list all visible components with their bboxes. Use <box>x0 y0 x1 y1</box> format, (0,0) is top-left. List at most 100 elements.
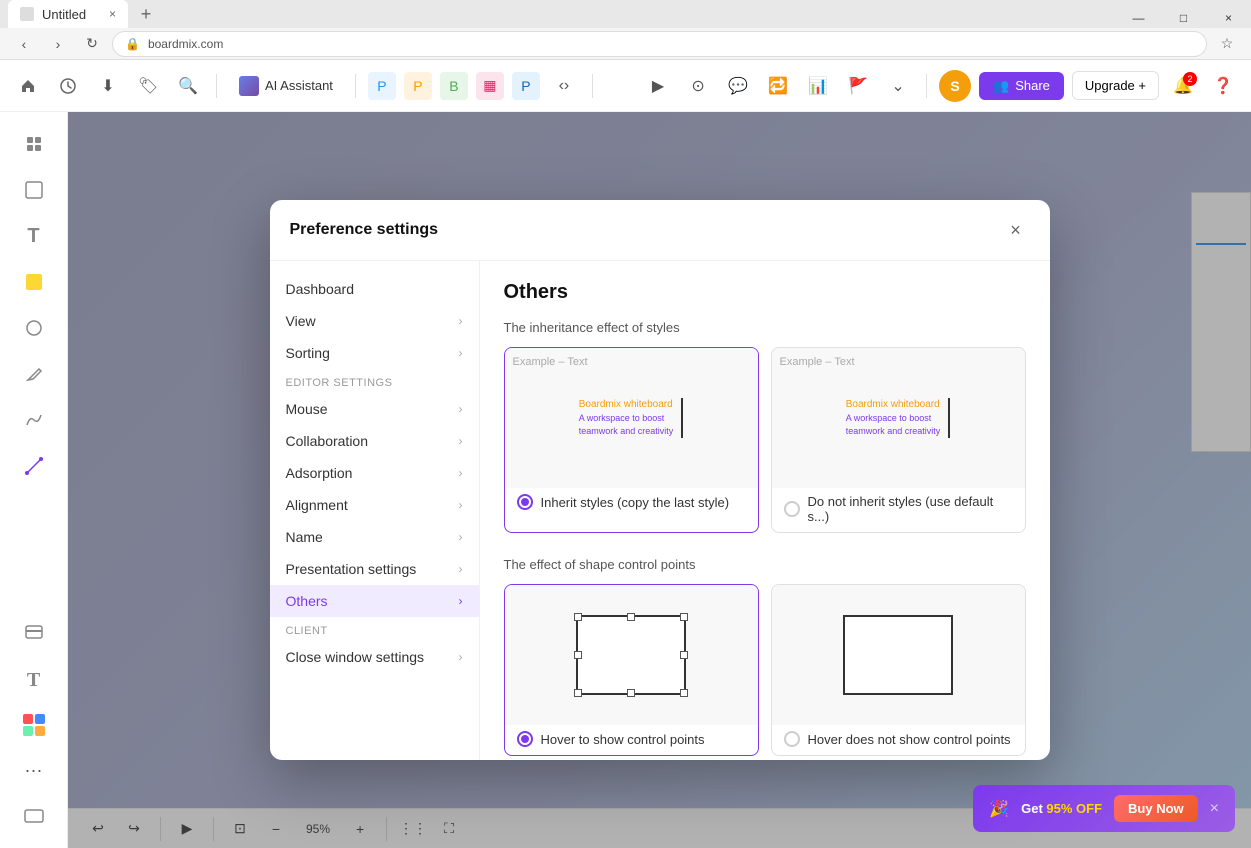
hover-hide-preview <box>772 585 1025 725</box>
sidebar-connector[interactable] <box>14 446 54 486</box>
inheritance-title: The inheritance effect of styles <box>504 320 1026 335</box>
inherit-radio[interactable] <box>517 494 533 510</box>
reload-btn[interactable]: ↻ <box>78 30 106 58</box>
modal-overlay: Preference settings × Dashboard View › <box>68 112 1251 848</box>
flag-btn[interactable]: 🚩 <box>842 70 874 102</box>
upgrade-button[interactable]: Upgrade + <box>1072 71 1159 100</box>
sidebar-pen[interactable] <box>14 354 54 394</box>
hover-hide-radio[interactable] <box>784 731 800 747</box>
promo-text: Get 95% OFF <box>1021 801 1102 816</box>
nav-item-mouse[interactable]: Mouse › <box>270 393 479 425</box>
sidebar-sticky[interactable] <box>14 262 54 302</box>
home-btn[interactable] <box>12 70 44 102</box>
tag-btn[interactable]: 🏷 <box>132 70 164 102</box>
adsorption-chevron: › <box>459 466 463 480</box>
comment-btn[interactable]: 💬 <box>722 70 754 102</box>
divider1 <box>216 74 217 98</box>
tab-bar: Untitled × + — □ × <box>0 0 1251 28</box>
nav-item-others[interactable]: Others › <box>270 585 479 617</box>
promo-close-btn[interactable]: × <box>1210 800 1219 818</box>
window-maximize-btn[interactable]: □ <box>1161 0 1206 36</box>
divider4 <box>926 74 927 98</box>
sidebar-text2[interactable]: T <box>14 660 54 700</box>
hover-show-shape <box>576 615 686 695</box>
collab-btn[interactable]: 🔁 <box>762 70 794 102</box>
no-inherit-radio[interactable] <box>784 501 800 517</box>
inherit-text-cursor <box>681 398 683 438</box>
sorting-chevron: › <box>459 346 463 360</box>
sidebar-more-btn[interactable]: ··· <box>14 750 54 790</box>
hover-hide-card[interactable]: Hover does not show control points <box>771 584 1026 756</box>
forward-btn[interactable]: › <box>44 30 72 58</box>
inherit-label-bar: Inherit styles (copy the last style) <box>505 488 758 518</box>
hover-show-card[interactable]: Hover to show control points <box>504 584 759 756</box>
cp-tr <box>680 613 688 621</box>
divider3 <box>592 74 593 98</box>
hover-show-radio[interactable] <box>517 731 533 747</box>
app-icon-1[interactable]: P <box>368 72 396 100</box>
more-apps-btn[interactable]: ‹› <box>548 70 580 102</box>
app-icon-4[interactable]: ▦ <box>476 72 504 100</box>
ai-assistant-btn[interactable]: AI Assistant <box>229 72 343 100</box>
sidebar-frame[interactable] <box>14 170 54 210</box>
nav-item-alignment[interactable]: Alignment › <box>270 489 479 521</box>
nav-item-sorting[interactable]: Sorting › <box>270 337 479 369</box>
promo-prefix: Get <box>1021 801 1043 816</box>
sidebar-home[interactable] <box>14 124 54 164</box>
tab-close-btn[interactable]: × <box>109 7 116 21</box>
play-btn[interactable]: ▶ <box>642 70 674 102</box>
user-avatar[interactable]: S <box>939 70 971 102</box>
sidebar-text[interactable]: T <box>14 216 54 256</box>
new-tab-btn[interactable]: + <box>132 0 160 28</box>
others-chevron: › <box>459 594 463 608</box>
close-window-chevron: › <box>459 650 463 664</box>
app-icon-2[interactable]: P <box>404 72 432 100</box>
app-icon-3[interactable]: B <box>440 72 468 100</box>
sidebar-more-section: T ··· <box>14 614 54 836</box>
share-button[interactable]: 👥 Share <box>979 72 1064 100</box>
app-icon-5[interactable]: P <box>512 72 540 100</box>
sidebar-freehand[interactable] <box>14 400 54 440</box>
no-inherit-label-bar: Do not inherit styles (use default s...) <box>772 488 1025 532</box>
history-btn[interactable] <box>52 70 84 102</box>
sidebar-table[interactable] <box>14 614 54 654</box>
back-btn[interactable]: ‹ <box>10 30 38 58</box>
browser-address-bar: ‹ › ↻ 🔒 boardmix.com ☆ <box>0 28 1251 60</box>
cp-tm <box>627 613 635 621</box>
main-area: T T <box>0 112 1251 848</box>
window-close-btn[interactable]: × <box>1206 0 1251 36</box>
alignment-chevron: › <box>459 498 463 512</box>
no-inherit-option-card[interactable]: Example – Text Boardmix whiteboard A wor… <box>771 347 1026 533</box>
nav-item-presentation[interactable]: Presentation settings › <box>270 553 479 585</box>
left-sidebar: T T <box>0 112 68 848</box>
inherit-text-content: Boardmix whiteboard A workspace to boost… <box>579 398 684 438</box>
canvas-area[interactable]: Preference settings × Dashboard View › <box>68 112 1251 848</box>
nav-item-name[interactable]: Name › <box>270 521 479 553</box>
nav-item-collaboration[interactable]: Collaboration › <box>270 425 479 457</box>
hover-hide-label: Hover does not show control points <box>808 732 1011 747</box>
tab-title: Untitled <box>42 7 86 22</box>
no-inherit-text-line3: teamwork and creativity <box>846 425 941 438</box>
sidebar-present[interactable] <box>14 796 54 836</box>
chart-btn[interactable]: 📊 <box>802 70 834 102</box>
nav-item-dashboard[interactable]: Dashboard <box>270 273 479 305</box>
sidebar-color-grid[interactable] <box>23 706 45 744</box>
download-btn[interactable]: ⬇ <box>92 70 124 102</box>
help-btn[interactable]: ❓ <box>1207 70 1239 102</box>
sidebar-shapes[interactable] <box>14 308 54 348</box>
hover-hide-label-bar: Hover does not show control points <box>772 725 1025 755</box>
expand-btn[interactable]: ⌄ <box>882 70 914 102</box>
search-btn[interactable]: 🔍 <box>172 70 204 102</box>
buy-now-button[interactable]: Buy Now <box>1114 795 1198 822</box>
present-btn[interactable]: ⊙ <box>682 70 714 102</box>
window-minimize-btn[interactable]: — <box>1116 0 1161 36</box>
browser-tab[interactable]: Untitled × <box>8 0 128 28</box>
notification-btn[interactable]: 🔔 2 <box>1167 70 1199 102</box>
inherit-option-card[interactable]: Example – Text Boardmix whiteboard A wor… <box>504 347 759 533</box>
nav-item-adsorption[interactable]: Adsorption › <box>270 457 479 489</box>
inherit-text-block: Boardmix whiteboard A workspace to boost… <box>579 398 674 437</box>
no-inherit-text-line2: A workspace to boost <box>846 412 941 425</box>
dialog-close-btn[interactable]: × <box>1002 216 1030 244</box>
nav-item-close-window[interactable]: Close window settings › <box>270 641 479 673</box>
nav-item-view[interactable]: View › <box>270 305 479 337</box>
